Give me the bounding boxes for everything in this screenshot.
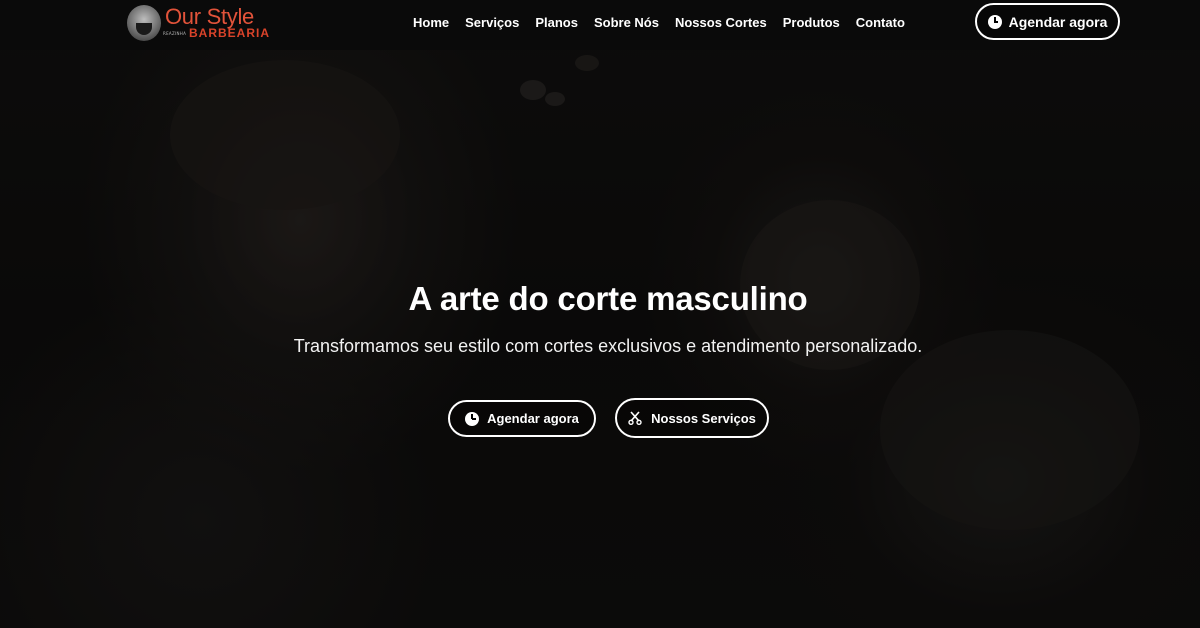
logo-text: Our Style REAZINHA BARBEARIA [163, 3, 270, 43]
brand-tagline: REAZINHA [163, 31, 187, 36]
hero-title: A arte do corte masculino [408, 280, 808, 317]
header-schedule-label: Agendar agora [1008, 13, 1108, 30]
nav-item-nossos-cortes[interactable]: Nossos Cortes [675, 15, 767, 30]
clock-icon [465, 411, 480, 426]
hero-services-label: Nossos Serviços [651, 410, 756, 426]
main-nav: Home Serviços Planos Sobre Nós Nossos Co… [413, 0, 905, 44]
nav-item-contato[interactable]: Contato [856, 15, 905, 30]
brand-logo[interactable]: Our Style REAZINHA BARBEARIA [127, 3, 270, 43]
hero-schedule-button[interactable]: Agendar agora [448, 400, 596, 437]
nav-item-sobre-nos[interactable]: Sobre Nós [594, 15, 659, 30]
site-header: Our Style REAZINHA BARBEARIA Home Serviç… [0, 0, 1200, 50]
hero-subtitle: Transformamos seu estilo com cortes excl… [293, 336, 923, 356]
clock-icon [987, 14, 1002, 29]
header-schedule-button[interactable]: Agendar agora [975, 3, 1120, 40]
brand-subtitle: BARBEARIA [189, 26, 270, 40]
scissors-icon [628, 411, 642, 425]
nav-item-planos[interactable]: Planos [535, 15, 578, 30]
hero-schedule-label: Agendar agora [487, 411, 579, 426]
nav-item-home[interactable]: Home [413, 15, 449, 30]
nav-item-servicos[interactable]: Serviços [465, 15, 519, 30]
hero-services-button[interactable]: Nossos Serviços [615, 398, 769, 438]
nav-item-produtos[interactable]: Produtos [783, 15, 840, 30]
barber-logo-icon [127, 5, 161, 41]
